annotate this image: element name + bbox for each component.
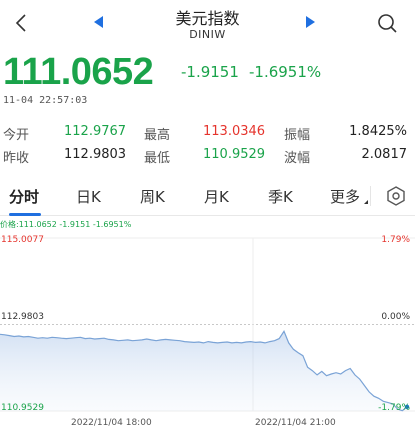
page-title: 美元指数 — [175, 9, 240, 28]
y-right-tick-top: 1.79% — [381, 235, 410, 245]
y-left-tick-top: 115.0077 — [1, 235, 44, 245]
range-label: 波幅 — [284, 151, 311, 166]
tab-more[interactable]: 更多 — [330, 186, 360, 207]
high-value: 113.0346 — [203, 124, 266, 139]
period-tabs: 分时 日K 周K 月K 季K 更多 — [0, 176, 415, 216]
low-value: 110.9529 — [203, 147, 266, 162]
search-icon[interactable] — [376, 12, 398, 34]
chart-legend: 价格:111.0652 -1.9151 -1.6951% — [0, 220, 132, 229]
last-price: 111.0652 — [3, 51, 154, 93]
quote-summary: 111.0652 -1.9151 -1.6951% — [0, 48, 415, 96]
app-header: 美元指数 DINIW — [0, 0, 415, 46]
prev-close-value: 112.9803 — [64, 147, 127, 162]
amplitude-label: 振幅 — [284, 128, 311, 143]
y-left-tick-mid: 112.9803 — [1, 312, 44, 322]
tab-divider — [370, 186, 371, 206]
stats-grid: 今开 112.9767 最高 113.0346 振幅 1.8425% 昨收 11… — [0, 120, 415, 166]
open-label: 今开 — [3, 128, 30, 143]
range-value: 2.0817 — [361, 147, 408, 162]
price-change-percent: -1.6951% — [249, 63, 322, 81]
symbol-code: DINIW — [189, 28, 226, 41]
x-tick-2100: 2022/11/04 21:00 — [255, 418, 336, 428]
tab-monthly-k[interactable]: 月K — [204, 186, 229, 207]
high-label: 最高 — [144, 128, 171, 143]
price-change: -1.9151 — [181, 63, 239, 81]
next-icon[interactable] — [305, 16, 315, 28]
settings-hexagon-icon[interactable] — [385, 185, 407, 207]
y-right-tick-bottom: -1.79% — [378, 403, 410, 413]
open-value: 112.9767 — [64, 124, 127, 139]
low-label: 最低 — [144, 151, 171, 166]
tab-weekly-k[interactable]: 周K — [140, 186, 165, 207]
chart-canvas — [0, 237, 415, 412]
quote-timestamp: 11-04 22:57:03 — [3, 95, 88, 106]
tab-quarterly-k[interactable]: 季K — [268, 186, 293, 207]
x-tick-1800: 2022/11/04 18:00 — [71, 418, 152, 428]
tab-daily-k[interactable]: 日K — [76, 186, 101, 207]
y-left-tick-bottom: 110.9529 — [1, 403, 44, 413]
amplitude-value: 1.8425% — [349, 124, 407, 139]
intraday-chart[interactable]: 115.0077 112.9803 110.9529 1.79% 0.00% -… — [0, 230, 415, 442]
y-right-tick-mid: 0.00% — [381, 312, 410, 322]
prev-close-label: 昨收 — [3, 151, 30, 166]
tab-intraday[interactable]: 分时 — [9, 186, 39, 207]
more-caret-icon — [364, 200, 368, 204]
active-tab-indicator — [9, 213, 41, 216]
